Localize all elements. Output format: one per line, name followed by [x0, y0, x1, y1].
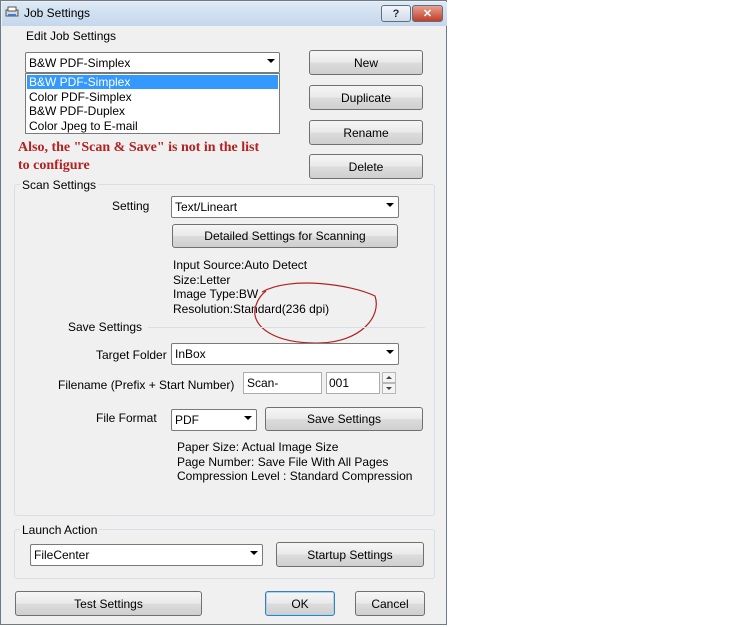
save-settings-label: Save Settings [68, 320, 143, 334]
page-number-text: Page Number: Save File With All Pages [177, 454, 389, 469]
scan-settings-label: Scan Settings [20, 178, 99, 192]
spin-down-button[interactable] [382, 383, 396, 394]
annotation-circle [254, 282, 377, 344]
target-folder-combo[interactable]: InBox [171, 343, 399, 365]
paper-size-text: Paper Size: Actual Image Size [177, 440, 339, 454]
file-format-value: PDF [175, 413, 199, 427]
job-list-item[interactable]: B&W PDF-Duplex [27, 104, 278, 118]
save-settings-button[interactable]: Save Settings [265, 407, 423, 431]
spin-up-button[interactable] [382, 372, 396, 383]
target-folder-label: Target Folder [96, 348, 167, 362]
chevron-down-icon [386, 350, 394, 354]
filename-prefix-input[interactable]: Scan- [243, 372, 322, 394]
job-list-item[interactable]: Color PDF-Simplex [27, 90, 278, 104]
cancel-button[interactable]: Cancel [355, 591, 425, 616]
job-select-combo[interactable]: B&W PDF-Simplex [25, 52, 280, 73]
scanner-app-icon [5, 6, 19, 17]
job-list-item[interactable]: Color Jpeg to E-mail [27, 119, 278, 133]
new-button[interactable]: New [309, 50, 423, 75]
chevron-down-icon [386, 387, 392, 390]
delete-button[interactable]: Delete [309, 154, 423, 179]
edit-job-settings-label: Edit Job Settings [26, 29, 117, 43]
detailed-settings-button[interactable]: Detailed Settings for Scanning [172, 224, 398, 248]
help-button[interactable]: ? [381, 5, 411, 22]
launch-action-value: FileCenter [34, 548, 90, 562]
annotation-line-2: to configure [18, 158, 90, 173]
chevron-down-icon [244, 416, 252, 420]
chevron-down-icon [267, 59, 275, 63]
setting-label: Setting [112, 199, 150, 213]
rename-button[interactable]: Rename [309, 120, 423, 145]
test-settings-button[interactable]: Test Settings [15, 591, 202, 616]
launch-action-label: Launch Action [20, 523, 100, 537]
filename-prefix-value: Scan- [247, 376, 279, 390]
start-number-value: 001 [329, 376, 350, 390]
filename-label: Filename (Prefix + Start Number) [58, 378, 235, 392]
job-list[interactable]: B&W PDF-Simplex Color PDF-Simplex B&W PD… [25, 73, 280, 134]
duplicate-button[interactable]: Duplicate [309, 85, 423, 110]
startup-settings-button[interactable]: Startup Settings [276, 542, 424, 567]
save-info: Paper Size: Actual Image Size Page Numbe… [177, 440, 412, 484]
setting-value: Text/Lineart [175, 200, 238, 214]
start-number-input[interactable]: 001 [326, 372, 380, 394]
start-number-spinner[interactable] [382, 372, 396, 394]
chevron-down-icon [250, 551, 258, 555]
job-list-item[interactable]: B&W PDF-Simplex [27, 75, 278, 89]
job-select-value: B&W PDF-Simplex [29, 56, 131, 70]
ok-button[interactable]: OK [265, 591, 335, 616]
file-format-combo[interactable]: PDF [171, 409, 257, 431]
annotation-line-1: Also, the "Scan & Save" is not in the li… [18, 140, 260, 155]
chevron-up-icon [386, 376, 392, 379]
save-settings-divider [148, 327, 425, 328]
close-button[interactable]: ✕ [412, 5, 443, 22]
file-format-label: File Format [96, 411, 157, 425]
window-title: Job Settings [24, 6, 91, 20]
launch-action-combo[interactable]: FileCenter [30, 544, 263, 566]
compression-level-text: Compression Level : Standard Compression [177, 469, 413, 483]
setting-combo[interactable]: Text/Lineart [171, 196, 399, 218]
input-source-text: Input Source:Auto Detect [173, 258, 308, 272]
close-icon: ✕ [422, 8, 433, 20]
target-folder-value: InBox [175, 347, 206, 361]
chevron-down-icon [386, 203, 394, 207]
